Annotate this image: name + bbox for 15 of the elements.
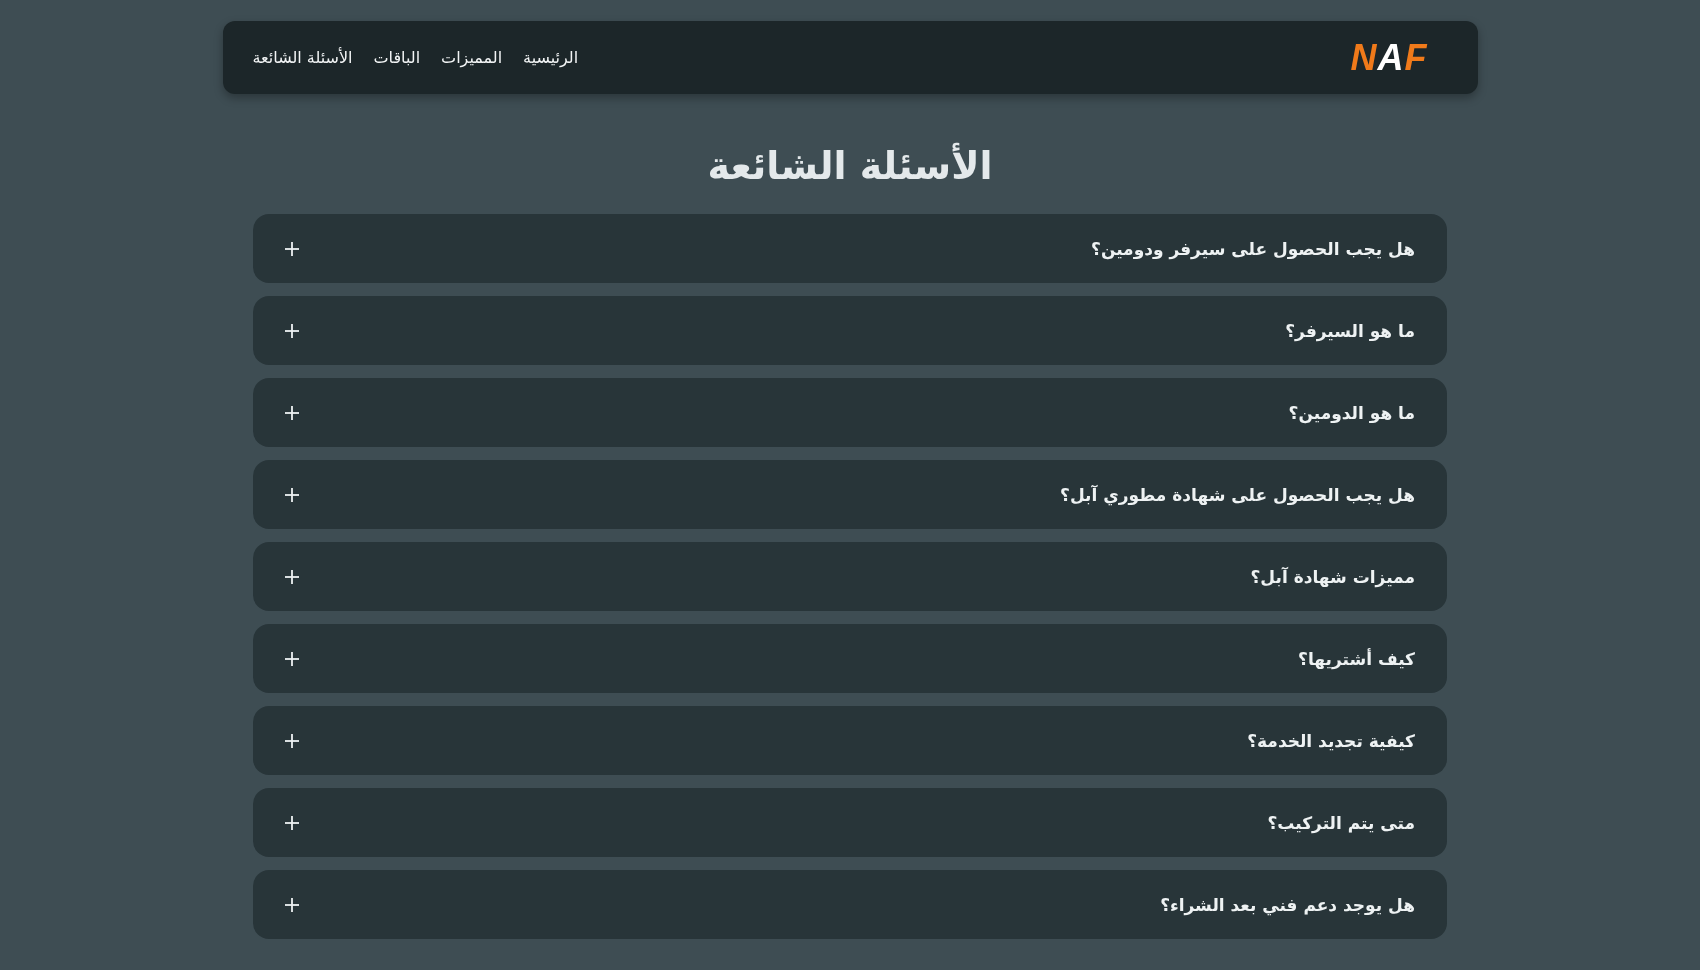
faq-question[interactable]: ما هو الدومين؟ xyxy=(253,378,1447,447)
faq-question[interactable]: ما هو السيرفر؟ xyxy=(253,296,1447,365)
nav-link[interactable]: الباقات xyxy=(373,48,421,67)
faq-question[interactable]: كيف أشتريها؟ xyxy=(253,624,1447,693)
faq-question[interactable]: مميزات شهادة آبل؟ xyxy=(253,542,1447,611)
page-title: الأسئلة الشائعة xyxy=(707,144,993,188)
logo[interactable]: NAF xyxy=(1350,36,1428,79)
faq-question[interactable]: هل يوجد دعم فني بعد الشراء؟ xyxy=(253,870,1447,939)
faq-question[interactable]: هل يجب الحصول على شهادة مطوري آبل؟ xyxy=(253,460,1447,529)
nav-link[interactable]: المميزات xyxy=(441,48,503,67)
faq-question[interactable]: متى يتم التركيب؟ xyxy=(253,788,1447,857)
nav-link[interactable]: الرئيسية xyxy=(523,48,579,67)
faq-question[interactable]: كيفية تجديد الخدمة؟ xyxy=(253,706,1447,775)
faq-question[interactable]: هل يجب الحصول على سيرفر ودومين؟ xyxy=(253,214,1447,283)
nav-link[interactable]: الأسئلة الشائعة xyxy=(252,48,353,67)
